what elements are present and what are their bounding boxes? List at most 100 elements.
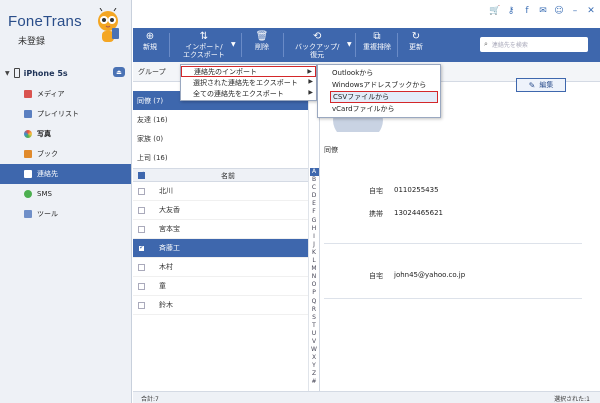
table-row[interactable]: 鈴木 — [133, 296, 308, 315]
menu-item-from-outlook[interactable]: Outlookから — [318, 67, 440, 79]
row-checkbox[interactable] — [138, 282, 145, 290]
table-row[interactable]: 童 — [133, 277, 308, 296]
alpha-letter[interactable]: E — [312, 200, 316, 208]
phone-mobile-value: 13024465621 — [394, 209, 443, 217]
alpha-letter[interactable]: O — [312, 281, 317, 289]
alpha-letter[interactable]: M — [311, 265, 316, 273]
alpha-letter[interactable]: B — [312, 176, 316, 184]
alpha-letter[interactable]: U — [312, 330, 316, 338]
group-item-friends[interactable]: 友達 (16) — [133, 110, 308, 129]
row-checkbox[interactable] — [138, 243, 145, 252]
menu-item-import-contacts[interactable]: 連絡先のインポート ▶ — [181, 66, 316, 77]
table-row[interactable]: 斉藤工 — [133, 239, 308, 258]
collapse-triangle-icon[interactable]: ▼ — [5, 70, 10, 77]
alpha-letter[interactable]: F — [312, 208, 315, 216]
mascot-logo-icon — [98, 8, 119, 42]
contact-name: 北川 — [159, 187, 173, 195]
backup-restore-button[interactable]: ⟲ バックアップ/ 復元 — [295, 31, 339, 61]
menu-item-from-csv[interactable]: CSVファイルから — [330, 91, 438, 103]
cart-icon[interactable]: 🛒 — [489, 6, 500, 16]
alpha-letter[interactable]: V — [312, 338, 316, 346]
sidebar-item-playlist[interactable]: プレイリスト — [0, 104, 131, 124]
facebook-icon[interactable]: f — [522, 6, 532, 16]
alpha-letter[interactable]: Q — [312, 298, 317, 306]
tools-icon — [24, 210, 32, 218]
sidebar-item-tools[interactable]: ツール — [0, 204, 131, 224]
alpha-letter[interactable]: S — [312, 314, 316, 322]
chat-icon[interactable]: ✉ — [538, 6, 548, 16]
menu-item-from-windows-addressbook[interactable]: Windowsアドレスブックから — [318, 79, 440, 91]
delete-button[interactable]: 🗑 削除 — [255, 31, 269, 61]
eject-icon[interactable]: ⏏ — [113, 67, 125, 77]
submenu-arrow-icon: ▶ — [308, 78, 313, 85]
menu-item-export-all[interactable]: 全ての連絡先をエクスポート ▶ — [181, 88, 316, 99]
toolbar-divider — [355, 33, 356, 57]
plus-icon: ⊕ — [145, 31, 155, 42]
alpha-letter[interactable]: G — [312, 217, 317, 225]
import-export-button[interactable]: ⇅ インポート/ エクスポート — [183, 31, 225, 61]
alpha-letter[interactable]: J — [313, 241, 315, 249]
group-header-label: グループ — [138, 68, 166, 76]
alpha-letter[interactable]: Z — [312, 370, 316, 378]
table-row[interactable]: 宮本宝 — [133, 220, 308, 239]
group-list: 同僚 (7) 友達 (16) 家族 (0) 上司 (16) — [133, 91, 308, 167]
alpha-letter[interactable]: # — [311, 378, 316, 386]
search-input[interactable]: ⌕ 連絡先を検索 — [480, 37, 588, 52]
alpha-letter[interactable]: P — [312, 289, 316, 297]
row-checkbox[interactable] — [138, 225, 145, 233]
contacts-icon — [24, 170, 32, 178]
menu-item-from-vcard[interactable]: vCardファイルから — [318, 103, 440, 115]
import-export-menu: 連絡先のインポート ▶ 選択された連絡先をエクスポート ▶ 全ての連絡先をエクス… — [180, 64, 317, 101]
user-icon[interactable]: ☺ — [554, 6, 564, 16]
name-column-header[interactable]: 名前 — [221, 171, 235, 181]
sidebar-item-books[interactable]: ブック — [0, 144, 131, 164]
toolbar-divider — [169, 33, 170, 57]
alpha-letter[interactable]: A — [309, 168, 319, 177]
refresh-button[interactable]: ↻ 更新 — [409, 31, 423, 61]
select-all-checkbox[interactable] — [138, 170, 145, 179]
email-home-label: 自宅 — [369, 272, 383, 280]
group-item-family[interactable]: 家族 (0) — [133, 129, 308, 148]
alpha-letter[interactable]: C — [312, 184, 316, 192]
edit-icon: ✎ — [528, 80, 536, 90]
chevron-down-icon[interactable]: ▼ — [231, 41, 236, 48]
row-checkbox[interactable] — [138, 206, 145, 214]
alpha-letter[interactable]: Y — [312, 362, 316, 370]
table-row[interactable]: 木村 — [133, 258, 308, 277]
alpha-letter[interactable]: H — [312, 225, 317, 233]
alpha-letter[interactable]: R — [312, 306, 316, 314]
alpha-letter[interactable]: W — [311, 346, 317, 354]
alpha-letter[interactable]: N — [312, 273, 317, 281]
minimize-icon[interactable]: – — [570, 6, 580, 16]
key-icon[interactable]: ⚷ — [506, 6, 516, 16]
row-checkbox[interactable] — [138, 187, 145, 195]
sidebar-item-photos[interactable]: 写真 — [0, 124, 131, 144]
sidebar-item-contacts[interactable]: 連絡先 — [0, 164, 131, 184]
status-bar: 合計:7 選択された:1 — [133, 391, 600, 403]
sidebar-item-sms[interactable]: SMS — [0, 184, 131, 204]
chevron-down-icon[interactable]: ▼ — [347, 41, 352, 48]
table-row[interactable]: 北川 — [133, 182, 308, 201]
alpha-letter[interactable]: T — [312, 322, 316, 330]
new-button[interactable]: ⊕ 新規 — [143, 31, 157, 61]
row-checkbox[interactable] — [138, 301, 145, 309]
app-title: FoneTrans — [8, 13, 82, 30]
sidebar-item-media[interactable]: メディア — [0, 84, 131, 104]
sms-icon — [24, 190, 32, 198]
toolbar-divider — [283, 33, 284, 57]
contact-name: 宮本宝 — [159, 225, 180, 233]
row-checkbox[interactable] — [138, 263, 145, 271]
dedupe-button[interactable]: ⧉ 重複排除 — [363, 31, 391, 61]
group-item-boss[interactable]: 上司 (16) — [133, 148, 308, 167]
alpha-letter[interactable]: L — [312, 257, 315, 265]
edit-button[interactable]: ✎ 編集 — [516, 78, 566, 92]
device-item[interactable]: ▼ iPhone 5s ⏏ — [0, 64, 131, 82]
table-row[interactable]: 大友香 — [133, 201, 308, 220]
alpha-letter[interactable]: X — [312, 354, 316, 362]
alpha-letter[interactable]: D — [312, 192, 317, 200]
alpha-letter[interactable]: I — [313, 233, 315, 241]
menu-item-export-selected[interactable]: 選択された連絡先をエクスポート ▶ — [181, 77, 316, 88]
registration-status[interactable]: 未登録 — [18, 34, 45, 47]
alpha-letter[interactable]: K — [312, 249, 316, 257]
close-icon[interactable]: ✕ — [586, 6, 596, 16]
